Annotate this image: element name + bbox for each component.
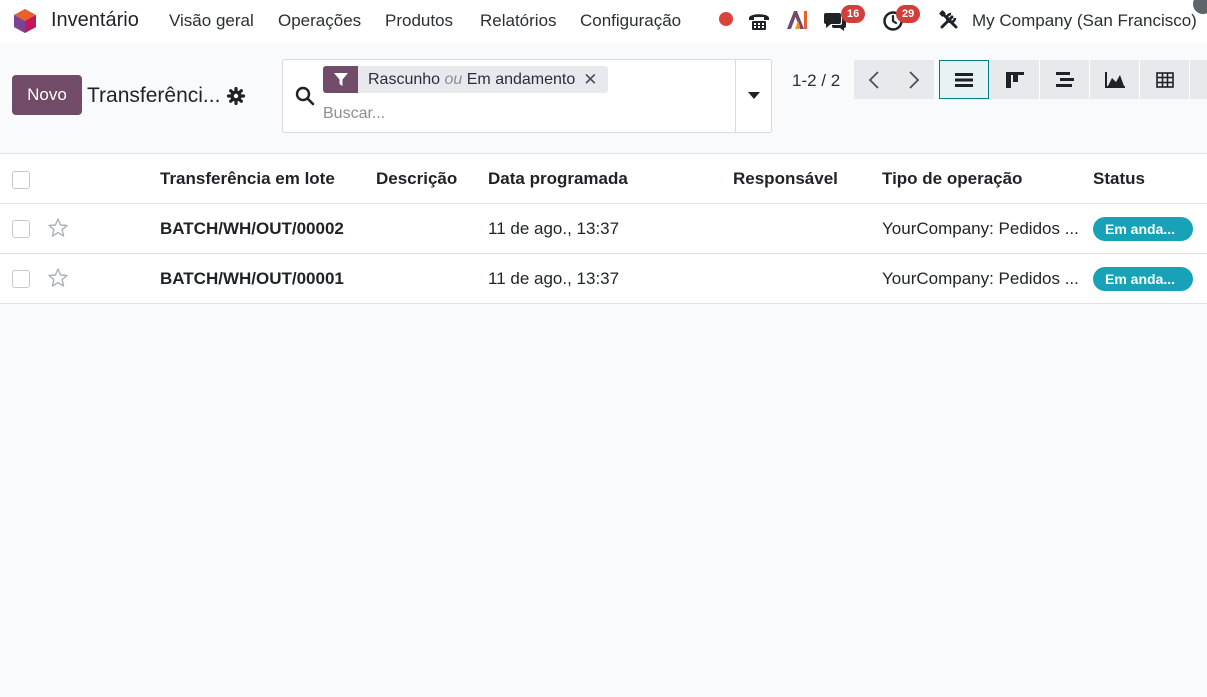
facet-remove-icon[interactable]: ✕ — [583, 70, 607, 90]
column-header-responsible[interactable]: Responsável — [733, 154, 838, 203]
row-batch-name: BATCH/WH/OUT/00001 — [160, 268, 344, 288]
column-header-operation-type[interactable]: Tipo de operação — [882, 154, 1022, 203]
menu-produtos[interactable]: Produtos — [385, 11, 453, 31]
chevron-right-icon — [909, 70, 920, 89]
activities-badge: 29 — [896, 5, 921, 23]
column-header-description[interactable]: Descrição — [376, 154, 457, 203]
pivot-view-button[interactable] — [1139, 60, 1189, 99]
menu-visao-geral[interactable]: Visão geral — [169, 11, 254, 31]
gantt-view-button[interactable] — [1039, 60, 1089, 99]
row-operation-type: YourCompany: Pedidos ... — [882, 268, 1079, 288]
row-checkbox[interactable] — [12, 220, 30, 238]
row-checkbox[interactable] — [12, 270, 30, 288]
table-row[interactable]: BATCH/WH/OUT/00002 11 de ago., 13:37 You… — [0, 204, 1207, 254]
breadcrumb-title: Transferênci... — [87, 84, 221, 107]
pager-previous-button[interactable] — [854, 60, 894, 99]
more-views-button[interactable] — [1189, 60, 1207, 99]
filter-facet: Rascunho ou Em andamento ✕ — [323, 66, 608, 93]
search-options-toggle[interactable] — [735, 60, 771, 132]
top-navbar: Inventário Visão geral Operações Produto… — [0, 0, 1207, 42]
status-badge: Em anda... — [1093, 267, 1193, 291]
search-input[interactable] — [323, 102, 723, 126]
list-view-button[interactable] — [939, 60, 989, 99]
gantt-view-icon — [1055, 71, 1074, 87]
search-icon[interactable] — [295, 86, 315, 106]
inventory-app-icon[interactable] — [12, 8, 38, 34]
star-icon[interactable] — [47, 267, 69, 289]
column-header-status[interactable]: Status — [1093, 154, 1145, 203]
caret-down-icon — [747, 92, 760, 99]
search-panel: Rascunho ou Em andamento ✕ — [282, 59, 772, 133]
menu-operacoes[interactable]: Operações — [278, 11, 361, 31]
pivot-table-icon — [1155, 71, 1174, 88]
column-header-scheduled-date[interactable]: Data programada — [488, 154, 628, 203]
kanban-view-button[interactable] — [989, 60, 1039, 99]
company-switcher[interactable]: My Company (San Francisco) — [972, 11, 1197, 31]
pager-next-button[interactable] — [894, 60, 934, 99]
messages-badge: 16 — [841, 5, 866, 23]
facet-or-separator: ou — [444, 70, 463, 88]
kanban-view-icon — [1005, 71, 1024, 88]
table-header: Transferência em lote Descrição Data pro… — [0, 153, 1207, 204]
area-chart-icon — [1104, 71, 1125, 88]
app-name[interactable]: Inventário — [51, 9, 139, 32]
select-all-checkbox[interactable] — [12, 171, 30, 189]
filter-icon — [323, 66, 358, 93]
facet-value-in-progress: Em andamento — [466, 70, 576, 88]
menu-configuracao[interactable]: Configuração — [580, 11, 681, 31]
row-scheduled-date: 11 de ago., 13:37 — [488, 268, 620, 288]
phone-icon[interactable] — [747, 9, 771, 33]
row-batch-name: BATCH/WH/OUT/00002 — [160, 218, 344, 238]
list-table: Transferência em lote Descrição Data pro… — [0, 153, 1207, 304]
menu-relatorios[interactable]: Relatórios — [480, 11, 557, 31]
graph-view-button[interactable] — [1089, 60, 1139, 99]
row-scheduled-date: 11 de ago., 13:37 — [488, 218, 620, 238]
table-row[interactable]: BATCH/WH/OUT/00001 11 de ago., 13:37 You… — [0, 254, 1207, 304]
pager-value[interactable]: 1-2 / 2 — [792, 71, 840, 91]
new-button[interactable]: Novo — [12, 75, 82, 115]
facet-value-draft: Rascunho — [368, 70, 441, 88]
star-icon[interactable] — [47, 217, 69, 239]
list-view-icon — [955, 72, 973, 87]
facet-label: Rascunho ou Em andamento — [358, 71, 583, 89]
chevron-left-icon — [868, 70, 879, 89]
ai-icon[interactable] — [785, 8, 809, 32]
status-dot-icon[interactable] — [717, 10, 735, 28]
status-badge: Em anda... — [1093, 217, 1193, 241]
tools-icon[interactable] — [937, 8, 961, 32]
row-operation-type: YourCompany: Pedidos ... — [882, 218, 1079, 238]
gear-icon[interactable] — [226, 86, 246, 106]
column-header-batch[interactable]: Transferência em lote — [160, 154, 335, 203]
